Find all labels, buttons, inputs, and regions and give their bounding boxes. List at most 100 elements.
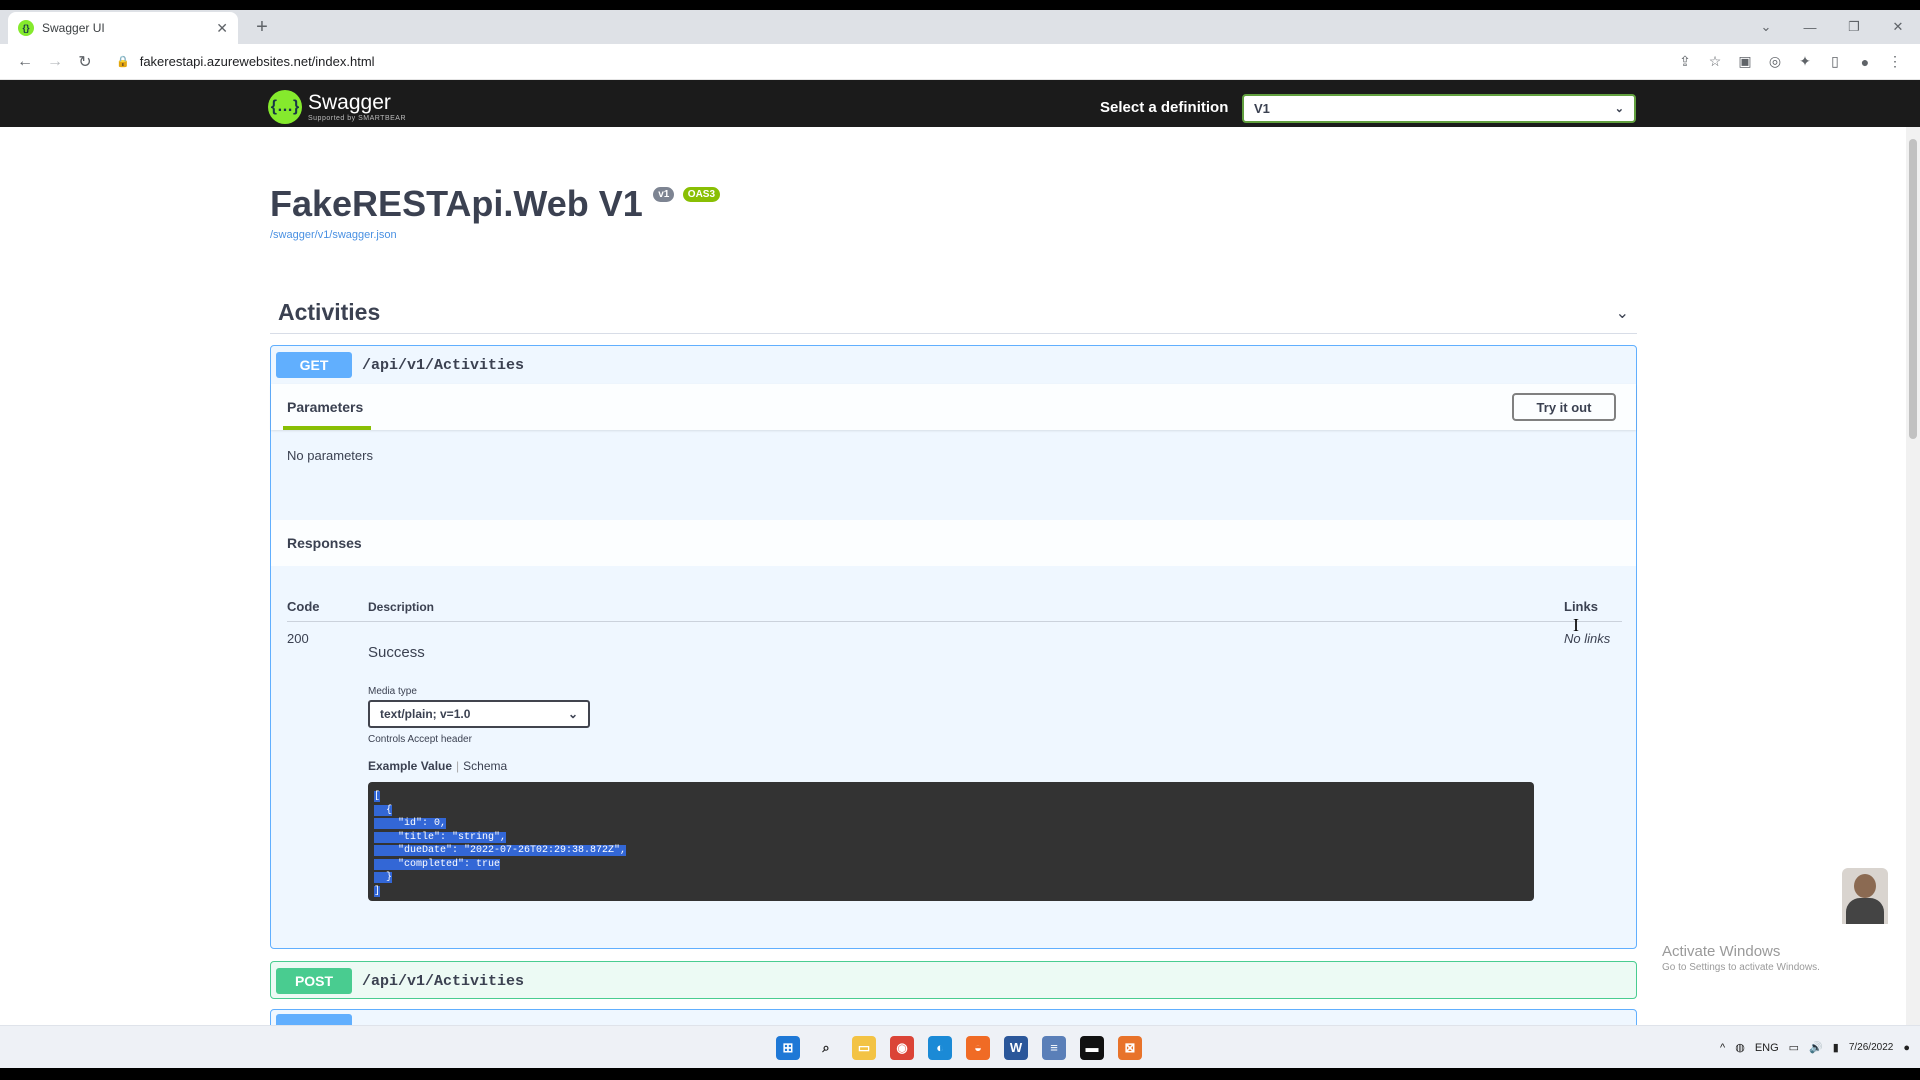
notepad-icon[interactable]: ≡ [1042,1035,1066,1060]
webcam-overlay [1842,868,1888,924]
tab-strip: {} Swagger UI ✕ + ⌄ — ❐ ✕ [0,10,1920,44]
xampp-icon[interactable]: ⊠ [1118,1035,1142,1060]
api-title: FakeRESTApi.Web V1 [270,183,643,224]
terminal-icon[interactable]: ▬ [1080,1035,1104,1060]
menu-icon[interactable]: ⋮ [1886,53,1904,71]
person-body [1846,898,1884,924]
back-icon[interactable]: ← [10,53,40,71]
code-line: } [374,872,393,883]
puzzle-icon[interactable]: ✦ [1796,53,1814,71]
postman-icon[interactable]: ◒ [966,1035,990,1060]
reload-icon[interactable]: ↻ [70,52,100,72]
tag-name: Activities [278,299,381,325]
word-icon[interactable]: W [1004,1035,1028,1060]
op-summary[interactable]: POST /api/v1/Activities [271,962,1636,1000]
tab-title: Swagger UI [42,21,105,35]
bookmark-star-icon[interactable]: ☆ [1706,53,1724,71]
media-type-label: Media type [368,686,417,697]
op-path: /api/v1/Activities [362,356,525,374]
watermark-line2: Go to Settings to activate Windows. [1662,962,1820,973]
definition-select[interactable]: V1 ⌄ [1242,94,1636,123]
media-type-hint: Controls Accept header [368,734,472,745]
swagger-logo-icon: {…} [268,90,302,124]
browser-tab[interactable]: {} Swagger UI ✕ [8,12,238,44]
media-type-value: text/plain; v=1.0 [380,707,471,721]
edge-icon[interactable]: ◐ [928,1035,952,1060]
op-summary[interactable]: GET /api/v1/Activities [271,346,1636,384]
spec-link[interactable]: /swagger/v1/swagger.json [270,229,720,241]
restore-icon[interactable]: ❐ [1832,19,1876,35]
api-info: FakeRESTApi.Web V1 v1 OAS3 /swagger/v1/s… [270,183,721,241]
watermark-line1: Activate Windows [1662,943,1781,960]
responses-label: Responses [287,535,362,551]
code-line: "title": "string", [374,831,507,843]
logo-subtitle: Supported by SMARTBEAR [308,115,407,122]
oas-badge: OAS3 [682,187,721,202]
system-tray: ^ ◍ ENG ▭ 🔊 ▮ 7/26/2022 ● [1720,1026,1910,1069]
language-indicator[interactable]: ENG [1755,1042,1779,1054]
windows-taskbar: ⊞ ⌕ ▭ ◉ ◐ ◒ W ≡ ▬ ⊠ ^ ◍ ENG ▭ 🔊 ▮ 7/26/2… [0,1025,1920,1068]
browser-toolbar: ← → ↻ 🔒 fakerestapi.azurewebsites.net/in… [0,44,1920,80]
tab-search-icon[interactable]: ⌄ [1744,19,1788,35]
tray-app-icon[interactable]: ◍ [1735,1041,1745,1054]
profile-icon[interactable]: ● [1856,53,1874,71]
taskbar-apps: ⊞ ⌕ ▭ ◉ ◐ ◒ W ≡ ▬ ⊠ [776,1026,1142,1069]
tab-schema[interactable]: Schema [463,759,507,773]
page-scrollbar[interactable] [1906,127,1920,1058]
op-path: /api/v1/Activities [362,972,525,990]
swagger-content: FakeRESTApi.Web V1 v1 OAS3 /swagger/v1/s… [0,127,1906,1058]
table-divider [287,621,1622,622]
opblock-post-activities[interactable]: POST /api/v1/Activities [270,961,1637,999]
close-window-icon[interactable]: ✕ [1876,19,1920,35]
column-links: Links [1564,599,1598,614]
text-cursor-icon: I [1573,615,1579,635]
media-type-select[interactable]: text/plain; v=1.0 ⌄ [368,700,590,728]
swagger-logo[interactable]: {…} Swagger Supported by SMARTBEAR [268,90,406,124]
swagger-favicon-icon: {} [18,20,34,36]
extension-2-icon[interactable]: ◎ [1766,53,1784,71]
chevron-down-icon: ⌄ [567,707,578,721]
address-bar[interactable]: 🔒 fakerestapi.azurewebsites.net/index.ht… [110,48,1676,76]
code-line: ] [374,885,381,897]
extension-icon[interactable]: ▣ [1736,53,1754,71]
url-text: fakerestapi.azurewebsites.net/index.html [139,54,375,69]
code-line: "id": 0, [374,818,447,829]
try-it-out-button[interactable]: Try it out [1512,393,1616,421]
tab-parameters[interactable]: Parameters [287,399,363,415]
new-tab-button[interactable]: + [250,16,274,40]
tag-header-activities[interactable]: Activities ⌄ [270,292,1637,334]
notification-icon[interactable]: ● [1903,1042,1910,1054]
method-badge: POST [276,968,352,994]
tray-chevron-icon[interactable]: ^ [1720,1042,1725,1054]
volume-icon[interactable]: 🔊 [1809,1041,1823,1054]
example-tabs: Example Value | Schema [368,759,507,773]
windows-start-icon[interactable]: ⊞ [776,1035,800,1060]
tab-separator: | [456,759,460,773]
scrollbar-thumb[interactable] [1909,139,1917,439]
responses-header: Responses [271,520,1636,566]
code-line: "dueDate": "2022-07-26T02:29:38.872Z", [374,845,627,856]
network-icon[interactable]: ▭ [1789,1041,1799,1054]
version-badge: v1 [653,187,675,202]
chrome-icon[interactable]: ◉ [890,1035,914,1060]
lock-icon[interactable]: 🔒 [116,55,130,68]
response-links: No links [1564,631,1611,646]
tab-underline [283,426,371,430]
chevron-down-icon: ⌄ [1614,103,1624,115]
close-tab-icon[interactable]: ✕ [216,20,228,37]
chevron-down-icon[interactable]: ⌄ [1616,303,1629,323]
window-controls: ⌄ — ❐ ✕ [1744,10,1920,44]
activate-windows-watermark: Activate Windows Go to Settings to activ… [1662,943,1820,973]
search-icon[interactable]: ⌕ [814,1036,838,1060]
minimize-icon[interactable]: — [1788,20,1832,35]
tray-date[interactable]: 7/26/2022 [1849,1042,1894,1054]
example-code-block[interactable]: [ { "id": 0, "title": "string", "dueDate… [368,782,1534,901]
toolbar-icons: ⇪ ☆ ▣ ◎ ✦ ▯ ● ⋮ [1676,53,1904,71]
side-panel-icon[interactable]: ▯ [1826,53,1844,71]
forward-icon[interactable]: → [40,53,70,71]
no-parameters-text: No parameters [287,448,373,463]
battery-icon[interactable]: ▮ [1833,1041,1839,1054]
share-icon[interactable]: ⇪ [1676,53,1694,71]
file-explorer-icon[interactable]: ▭ [852,1035,876,1060]
tab-example-value[interactable]: Example Value [368,759,452,773]
